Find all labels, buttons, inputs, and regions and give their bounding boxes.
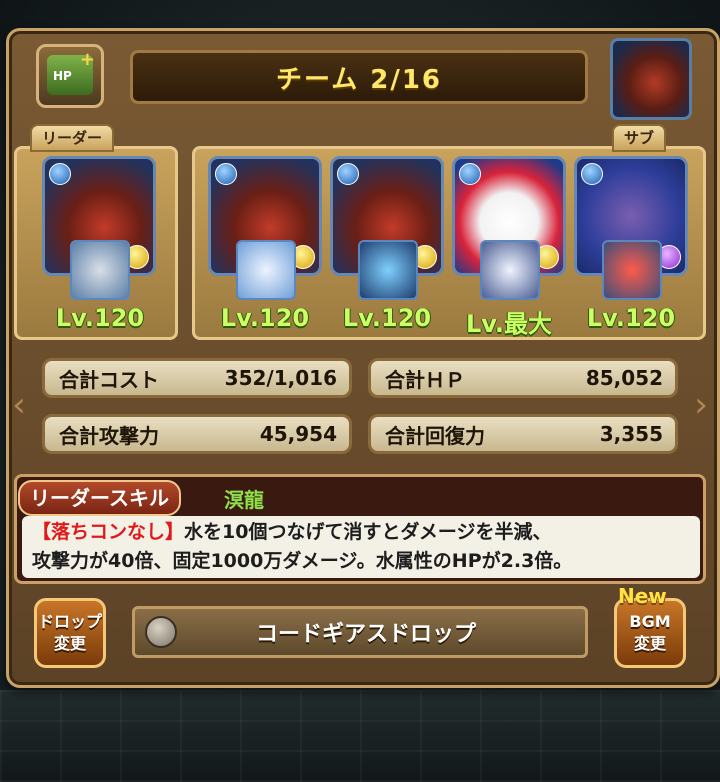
sub-tag: サブ [612,124,667,152]
total-cost-stat: 合計コスト 352/1,016 [42,358,352,398]
leader-skill-line1: 水を10個つなげて消すとダメージを半減、 [184,521,552,543]
sub4-level: Lv.120 [586,304,676,332]
drop-orb-icon [145,616,177,648]
sub3-level: Lv.最大 [465,310,553,338]
total-recovery-label: 合計回復力 [385,423,485,448]
sub3-assist-icon[interactable] [480,240,540,300]
bgm-change-line1: BGM [629,612,671,631]
water-attribute-icon [49,163,71,185]
bgm-change-button[interactable]: BGM 変更 [614,598,686,668]
right-arrow-icon[interactable]: › [692,380,710,430]
sub2-level: Lv.120 [342,304,432,332]
sub4-assist-icon[interactable] [602,240,662,300]
leader-skill-description: 【落ちコンなし】水を10個つなげて消すとダメージを半減、 攻撃力が40倍、固定1… [22,516,700,578]
left-arrow-icon[interactable]: ‹ [10,380,28,430]
drop-skin-name: コードギアスドロップ [255,622,476,647]
drop-change-line2: 変更 [53,634,86,653]
total-attack-label: 合計攻撃力 [59,423,159,448]
sub2-assist-icon[interactable] [358,240,418,300]
bgm-change-line2: 変更 [633,634,666,653]
total-hp-label: 合計ＨＰ [385,367,465,392]
total-cost-value: 352/1,016 [224,366,337,390]
leader-assist-icon[interactable] [70,240,130,300]
total-hp-value: 85,052 [585,366,663,390]
team-badge-monster-icon[interactable] [610,38,692,120]
leader-skill-name: 溟龍 [224,488,264,512]
water-attribute-icon [337,163,359,185]
plus-icon: + [79,49,95,70]
leader-tag: リーダー [30,124,115,152]
hp-label: HP [53,69,72,83]
water-attribute-icon [459,163,481,185]
team-title-bar: チーム 2/16 [130,50,588,104]
leader-level: Lv.120 [55,304,145,332]
leader-skill-label: リーダースキル [18,480,181,516]
leader-skill-line2: 攻撃力が40倍、固定1000万ダメージ。水属性のHPが2.3倍。 [32,550,573,572]
total-recovery-value: 3,355 [599,422,663,446]
total-attack-value: 45,954 [259,422,337,446]
total-attack-stat: 合計攻撃力 45,954 [42,414,352,454]
sub1-level: Lv.120 [220,304,310,332]
drop-skin-bar[interactable]: コードギアスドロップ [132,606,588,658]
team-title: チーム 2/16 [275,64,443,95]
sub1-assist-icon[interactable] [236,240,296,300]
drop-change-line1: ドロップ [37,612,102,631]
leader-skill-tag: 【落ちコンなし】 [32,521,185,543]
water-attribute-icon [581,163,603,185]
hp-plus-button[interactable]: + HP [36,44,104,108]
drop-change-button[interactable]: ドロップ 変更 [34,598,106,668]
water-attribute-icon [215,163,237,185]
total-hp-stat: 合計ＨＰ 85,052 [368,358,678,398]
total-recovery-stat: 合計回復力 3,355 [368,414,678,454]
total-cost-label: 合計コスト [59,367,159,392]
dungeon-floor-background [0,690,720,782]
new-badge: New [618,584,667,608]
